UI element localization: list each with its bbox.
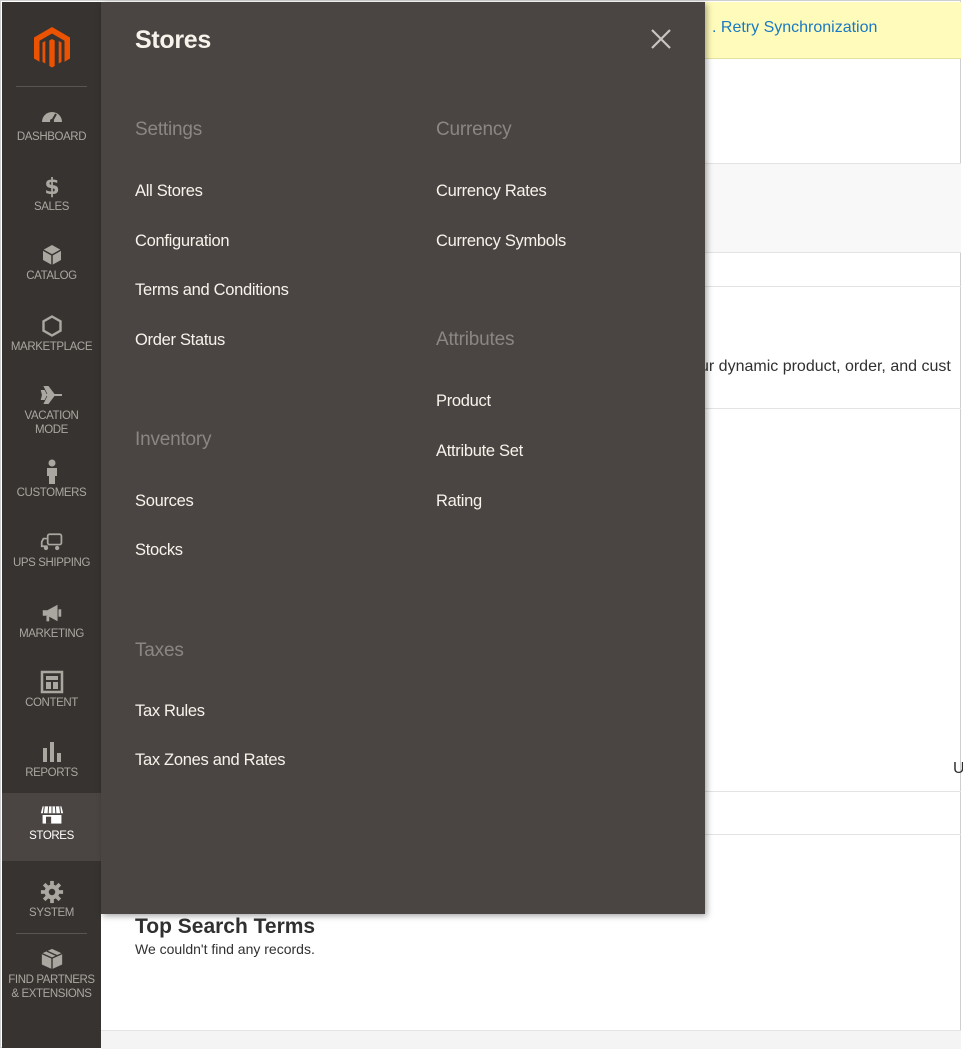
- speedometer-icon: [40, 104, 64, 128]
- menu-link-product[interactable]: Product: [436, 392, 491, 411]
- section-title-attributes: Attributes: [436, 329, 515, 350]
- nav-ups-shipping[interactable]: UPS SHIPPING: [2, 520, 101, 586]
- nav-customers[interactable]: CUSTOMERS: [2, 450, 101, 516]
- bar-chart-icon: [40, 740, 64, 764]
- svg-text:$: $: [44, 175, 59, 198]
- divider: [16, 86, 87, 87]
- megaphone-icon: [40, 601, 64, 625]
- nav-marketplace[interactable]: MARKETPLACE: [2, 304, 101, 370]
- nav-label: CUSTOMERS: [16, 487, 87, 499]
- hexagon-icon: [40, 314, 64, 338]
- magento-logo-icon[interactable]: [29, 24, 75, 70]
- nav-label: VACATION MODE: [24, 410, 79, 436]
- menu-link-rating[interactable]: Rating: [436, 492, 482, 511]
- menu-link-configuration[interactable]: Configuration: [135, 232, 230, 251]
- nav-system[interactable]: SYSTEM: [2, 870, 101, 936]
- retry-synchronization-link[interactable]: . Retry Synchronization: [712, 19, 877, 37]
- nav-label: CATALOG: [26, 270, 77, 282]
- footer-band: [101, 1030, 961, 1049]
- section-title-inventory: Inventory: [135, 429, 212, 450]
- menu-link-sources[interactable]: Sources: [135, 492, 194, 511]
- nav-label: STORES: [29, 830, 74, 842]
- menu-link-tax-zones-and-rates[interactable]: Tax Zones and Rates: [135, 751, 286, 770]
- truck-icon: [40, 530, 64, 554]
- person-icon: [40, 459, 64, 484]
- nav-catalog[interactable]: CATALOG: [2, 233, 101, 299]
- top-search-terms-empty-message: We couldn't find any records.: [135, 941, 315, 957]
- menu-link-stocks[interactable]: Stocks: [135, 541, 183, 560]
- divider: [700, 286, 961, 287]
- storefront-icon: [40, 803, 64, 827]
- admin-sidebar: DASHBOARD $ SALES CATALOG MARKETPLACE VA…: [2, 2, 101, 1048]
- nav-vacation-mode[interactable]: VACATION MODE: [2, 373, 101, 439]
- divider: [700, 791, 961, 792]
- nav-marketing[interactable]: MARKETING: [2, 591, 101, 657]
- menu-link-currency-rates[interactable]: Currency Rates: [436, 182, 547, 201]
- box-icon: [40, 947, 64, 971]
- menu-link-all-stores[interactable]: All Stores: [135, 182, 203, 201]
- layout-icon: [40, 670, 64, 694]
- nav-content[interactable]: CONTENT: [2, 660, 101, 726]
- section-title-taxes: Taxes: [135, 640, 184, 661]
- menu-link-currency-symbols[interactable]: Currency Symbols: [436, 232, 566, 251]
- airplane-icon: [40, 383, 64, 407]
- menu-link-attribute-set[interactable]: Attribute Set: [436, 442, 523, 461]
- nav-label: SALES: [33, 201, 70, 213]
- section-title-currency: Currency: [436, 119, 512, 140]
- nav-sales[interactable]: $ SALES: [2, 164, 101, 230]
- menu-link-tax-rules[interactable]: Tax Rules: [135, 702, 205, 721]
- cube-icon: [40, 243, 64, 267]
- close-icon[interactable]: [648, 26, 674, 52]
- nav-label: FIND PARTNERS & EXTENSIONS: [8, 974, 95, 1000]
- nav-label: REPORTS: [25, 767, 78, 779]
- divider: [16, 933, 87, 934]
- dollar-icon: $: [40, 174, 64, 198]
- menu-link-terms-and-conditions[interactable]: Terms and Conditions: [135, 281, 289, 300]
- nav-label: UPS SHIPPING: [13, 557, 90, 569]
- divider: [700, 834, 961, 835]
- top-search-terms-heading: Top Search Terms: [135, 915, 316, 938]
- cut-off-text: U: [953, 760, 963, 777]
- nav-find-partners-extensions[interactable]: FIND PARTNERS & EXTENSIONS: [2, 937, 101, 1017]
- nav-label: MARKETING: [19, 628, 84, 640]
- flyout-title: Stores: [135, 26, 212, 54]
- nav-label: MARKETPLACE: [10, 341, 93, 353]
- nav-reports[interactable]: REPORTS: [2, 730, 101, 796]
- nav-label: CONTENT: [25, 697, 78, 709]
- gear-icon: [40, 880, 64, 904]
- menu-link-order-status[interactable]: Order Status: [135, 331, 225, 350]
- section-title-settings: Settings: [135, 119, 203, 140]
- nav-dashboard[interactable]: DASHBOARD: [2, 94, 101, 160]
- divider: [700, 408, 961, 409]
- stores-flyout-menu: Stores Settings All Stores Configuration…: [101, 2, 705, 914]
- dashboard-description: ur dynamic product, order, and cust: [700, 358, 951, 375]
- nav-stores[interactable]: STORES: [2, 793, 101, 861]
- nav-label: DASHBOARD: [16, 131, 87, 143]
- nav-label: SYSTEM: [29, 907, 74, 919]
- background-panel: [700, 163, 961, 253]
